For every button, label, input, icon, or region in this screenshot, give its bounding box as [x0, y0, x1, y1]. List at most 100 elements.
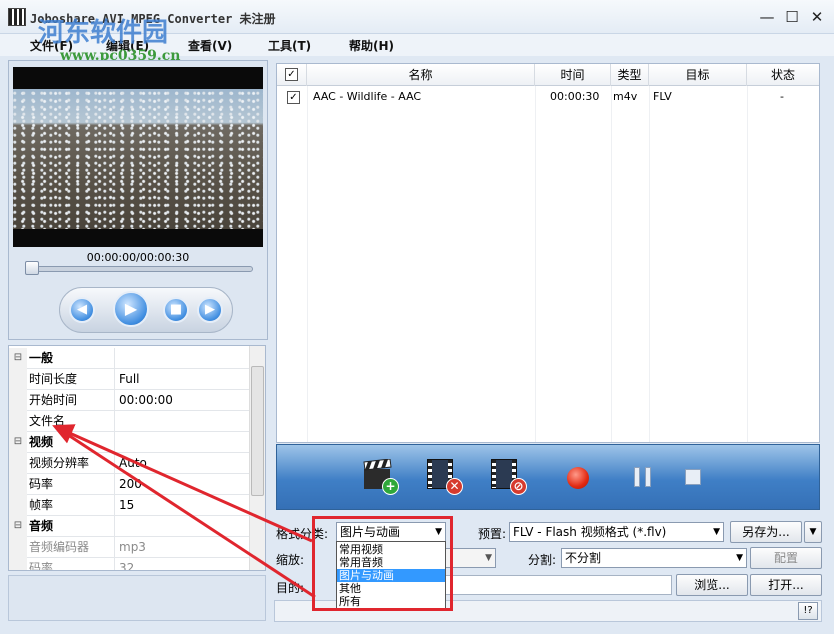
property-name: 视频分辨率	[29, 453, 115, 474]
open-folder-button[interactable]: 打开...	[750, 574, 822, 596]
maximize-button[interactable]: ☐	[781, 7, 803, 27]
next-button[interactable]: ▶	[197, 297, 223, 323]
file-list-header: ✓ 名称 时间 类型 目标 状态	[277, 64, 819, 86]
row-gutter	[9, 474, 27, 495]
stop-playback-button[interactable]: ■	[163, 297, 189, 323]
row-type: m4v	[613, 90, 638, 103]
preset-value: FLV - Flash 视频格式 (*.flv)	[513, 525, 667, 539]
property-category[interactable]: ⊟ 一般	[9, 348, 249, 369]
seek-bar[interactable]	[27, 266, 253, 272]
config-button[interactable]: 配置	[750, 547, 822, 569]
stop-convert-button[interactable]	[685, 469, 701, 485]
column-status[interactable]: 状态	[747, 64, 819, 86]
row-gutter	[9, 537, 27, 558]
film-app-icon	[8, 8, 26, 26]
row-checkbox[interactable]: ✓	[287, 91, 300, 104]
property-name: 码率	[29, 474, 115, 495]
seek-handle[interactable]	[25, 261, 39, 275]
property-value[interactable]: mp3	[119, 537, 146, 558]
row-time: 00:00:30	[550, 90, 600, 103]
destination-label: 目的:	[276, 581, 305, 595]
select-all-column[interactable]: ✓	[277, 64, 307, 86]
property-name: 开始时间	[29, 390, 115, 411]
preset-label: 预置:	[478, 527, 507, 541]
row-gutter	[9, 411, 27, 432]
property-name: 音频	[29, 516, 115, 537]
menu-view[interactable]: 查看(V)	[188, 37, 232, 54]
row-gutter	[9, 558, 27, 570]
pause-bar-icon	[645, 467, 651, 487]
clear-list-button[interactable]: ⊘	[491, 459, 527, 495]
column-target[interactable]: 目标	[649, 64, 747, 86]
pause-button[interactable]	[634, 467, 652, 487]
table-row[interactable]: ✓ AAC - Wildlife - AAC 00:00:30 m4v FLV …	[277, 87, 819, 107]
column-time[interactable]: 时间	[535, 64, 611, 86]
chevron-down-icon: ▼	[485, 553, 492, 563]
property-value[interactable]: 32	[119, 558, 134, 570]
property-value[interactable]: Full	[119, 369, 140, 390]
stop-icon: ■	[169, 302, 183, 317]
property-row[interactable]: 码率 200	[9, 474, 249, 495]
property-name: 时间长度	[29, 369, 115, 390]
split-label: 分割:	[528, 553, 557, 567]
forbidden-icon: ⊘	[510, 478, 527, 495]
preset-select[interactable]: FLV - Flash 视频格式 (*.flv) ▼	[509, 522, 724, 542]
remove-file-button[interactable]: ✕	[427, 459, 463, 495]
property-category[interactable]: ⊟ 音频	[9, 516, 249, 537]
collapse-icon[interactable]: ⊟	[9, 432, 27, 453]
property-row[interactable]: 时间长度 Full	[9, 369, 249, 390]
close-button[interactable]: ✕	[806, 7, 828, 27]
property-value[interactable]: 15	[119, 495, 134, 516]
play-button[interactable]: ▶	[113, 291, 149, 327]
scrollbar-thumb[interactable]	[251, 366, 264, 496]
video-frame-image	[13, 89, 263, 229]
chevron-down-icon: ▼	[713, 527, 720, 537]
property-name: 视频	[29, 432, 115, 453]
add-plus-icon: +	[382, 478, 399, 495]
row-name: AAC - Wildlife - AAC	[313, 90, 422, 103]
add-file-button[interactable]: +	[363, 458, 399, 495]
browse-button[interactable]: 浏览...	[676, 574, 748, 596]
preview-panel: 00:00:00/00:00:30 ◀ ▶ ■ ▶	[8, 60, 268, 340]
video-preview	[13, 67, 263, 247]
chevron-down-icon: ▼	[809, 527, 817, 537]
arrow-right-icon: ▶	[205, 302, 215, 317]
collapse-icon[interactable]: ⊟	[9, 516, 27, 537]
split-select[interactable]: 不分割 ▼	[561, 548, 747, 568]
property-scrollbar[interactable]	[249, 346, 265, 570]
property-row[interactable]: 音频编码器 mp3	[9, 537, 249, 558]
record-convert-button[interactable]	[567, 467, 589, 489]
property-value[interactable]: 00:00:00	[119, 390, 173, 411]
save-as-button[interactable]: 另存为...	[730, 521, 802, 543]
property-value[interactable]: Auto	[119, 453, 147, 474]
property-category[interactable]: ⊟ 视频	[9, 432, 249, 453]
property-name: 文件名	[29, 411, 115, 432]
minimize-button[interactable]: —	[756, 7, 778, 27]
menu-help[interactable]: 帮助(H)	[349, 37, 394, 54]
split-value: 不分割	[565, 551, 602, 565]
select-all-checkbox[interactable]: ✓	[285, 68, 298, 81]
save-as-dropdown[interactable]: ▼	[804, 521, 822, 543]
remove-x-icon: ✕	[446, 478, 463, 495]
collapse-icon[interactable]: ⊟	[9, 348, 27, 369]
property-value[interactable]: 200	[119, 474, 142, 495]
property-row[interactable]: 码率 32	[9, 558, 249, 570]
property-row[interactable]: 文件名	[9, 411, 249, 432]
column-name[interactable]: 名称	[307, 64, 535, 86]
row-gutter	[9, 390, 27, 411]
property-grid: ⊟ 一般 时间长度 Full 开始时间 00:00:00 文件名 ⊟ 视频 视频分辨率 Auto 码率…	[8, 345, 266, 571]
scale-label: 缩放:	[276, 553, 305, 567]
help-button[interactable]: !?	[798, 602, 818, 620]
property-row[interactable]: 开始时间 00:00:00	[9, 390, 249, 411]
property-name: 帧率	[29, 495, 115, 516]
property-row[interactable]: 帧率 15	[9, 495, 249, 516]
property-row[interactable]: 视频分辨率 Auto	[9, 453, 249, 474]
arrow-left-icon: ◀	[77, 302, 87, 317]
previous-button[interactable]: ◀	[69, 297, 95, 323]
chevron-down-icon: ▼	[736, 553, 743, 563]
play-icon: ▶	[124, 299, 138, 318]
row-status: -	[780, 90, 784, 103]
menu-tools[interactable]: 工具(T)	[268, 37, 311, 54]
property-name: 一般	[29, 348, 115, 369]
column-type[interactable]: 类型	[611, 64, 649, 86]
